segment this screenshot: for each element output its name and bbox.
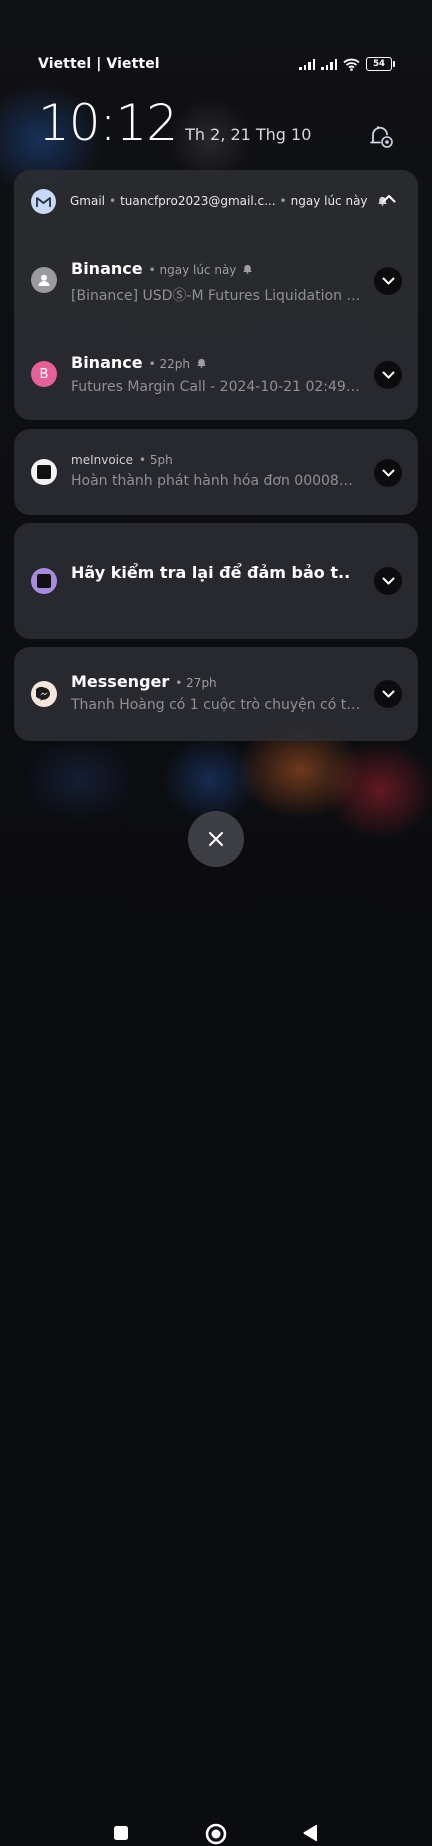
navigation-bar [0,900,432,1845]
reminder-app-icon [31,568,57,594]
close-icon [209,832,223,846]
notification-time: • 11ph [356,567,358,581]
notification-app-name: meInvoice [71,453,133,467]
notification-time: • 27ph [175,676,217,690]
status-bar: Viettel | Viettel 54 [38,54,395,74]
binance-letter-avatar: B [31,361,57,387]
expand-chevron-down-icon[interactable] [374,267,402,295]
notification-title: Binance [71,259,143,278]
expand-chevron-down-icon[interactable] [374,459,402,487]
notification-time: • ngay lúc này [148,263,237,277]
signal-icon-2 [321,58,337,70]
recents-square-icon[interactable] [113,1825,129,1841]
expand-chevron-down-icon[interactable] [374,361,402,389]
gmail-notification-group[interactable]: Gmail • tuancfpro2023@gmail.c... • ngay lúc … [14,170,418,420]
list-item[interactable]: B Binance • 22ph Futures Margin Call - 2… [14,340,418,410]
clock-date: Th 2, 21 Thg 10 [185,125,312,144]
signal-icon [299,58,315,70]
gmail-group-meta: Gmail • tuancfpro2023@gmail.c... • ngay lúc … [70,194,388,208]
notification-title: Binance [71,353,143,372]
clear-all-button[interactable] [188,811,244,867]
gmail-account: tuancfpro2023@gmail.c... [120,194,276,208]
notification-body: Hoàn thành phát hành hóa đơn 00008364 [71,473,361,489]
battery-icon: 54 [366,57,395,71]
expand-chevron-down-icon[interactable] [374,567,402,595]
bell-icon [197,358,206,368]
list-item[interactable]: Binance • ngay lúc này [Binance] USDⓈ-M … [14,246,418,316]
notification-body: [Binance] USDⓈ-M Futures Liquidation War… [71,288,361,304]
lockscreen-clock: 10:12 Th 2, 21 Thg 10 [38,98,311,148]
messenger-icon [31,681,57,707]
meinvoice-app-icon [31,459,57,485]
collapse-chevron-up-icon[interactable] [382,194,396,203]
notification-body: Futures Margin Call - 2024-10-21 02:49:5… [71,379,361,395]
home-circle-icon[interactable] [204,1822,228,1846]
notification-settings-icon[interactable] [366,122,396,152]
meinvoice-notification[interactable]: meInvoice • 5ph Hoàn thành phát hành hóa… [14,429,418,515]
gmail-group-header[interactable]: Gmail • tuancfpro2023@gmail.c... • ngay lúc … [14,170,418,220]
gmail-icon [31,189,56,214]
notification-title: Hãy kiểm tra lại để đảm bảo t.. [71,563,351,582]
messenger-notification[interactable]: Messenger • 27ph Thanh Hoàng có 1 cuộc t… [14,647,418,741]
carrier-label: Viettel | Viettel [38,56,160,72]
notification-body: Thanh Hoàng có 1 cuộc trò chuyện có tin … [71,697,361,713]
gmail-group-time: ngay lúc này [290,194,368,208]
clock-time: 10:12 [38,94,178,152]
reminder-notification[interactable]: Hãy kiểm tra lại để đảm bảo t.. • 11ph [14,523,418,639]
bell-icon [243,264,253,274]
wifi-icon [343,58,360,71]
notification-title: Messenger [71,672,170,691]
back-triangle-icon[interactable] [302,1824,318,1842]
gmail-app-name: Gmail [70,194,106,208]
expand-chevron-down-icon[interactable] [374,680,402,708]
system-icons: 54 [299,57,395,71]
person-avatar-icon [31,267,57,293]
notification-time: • 5ph [138,453,173,467]
notification-time: • 22ph [148,357,190,371]
